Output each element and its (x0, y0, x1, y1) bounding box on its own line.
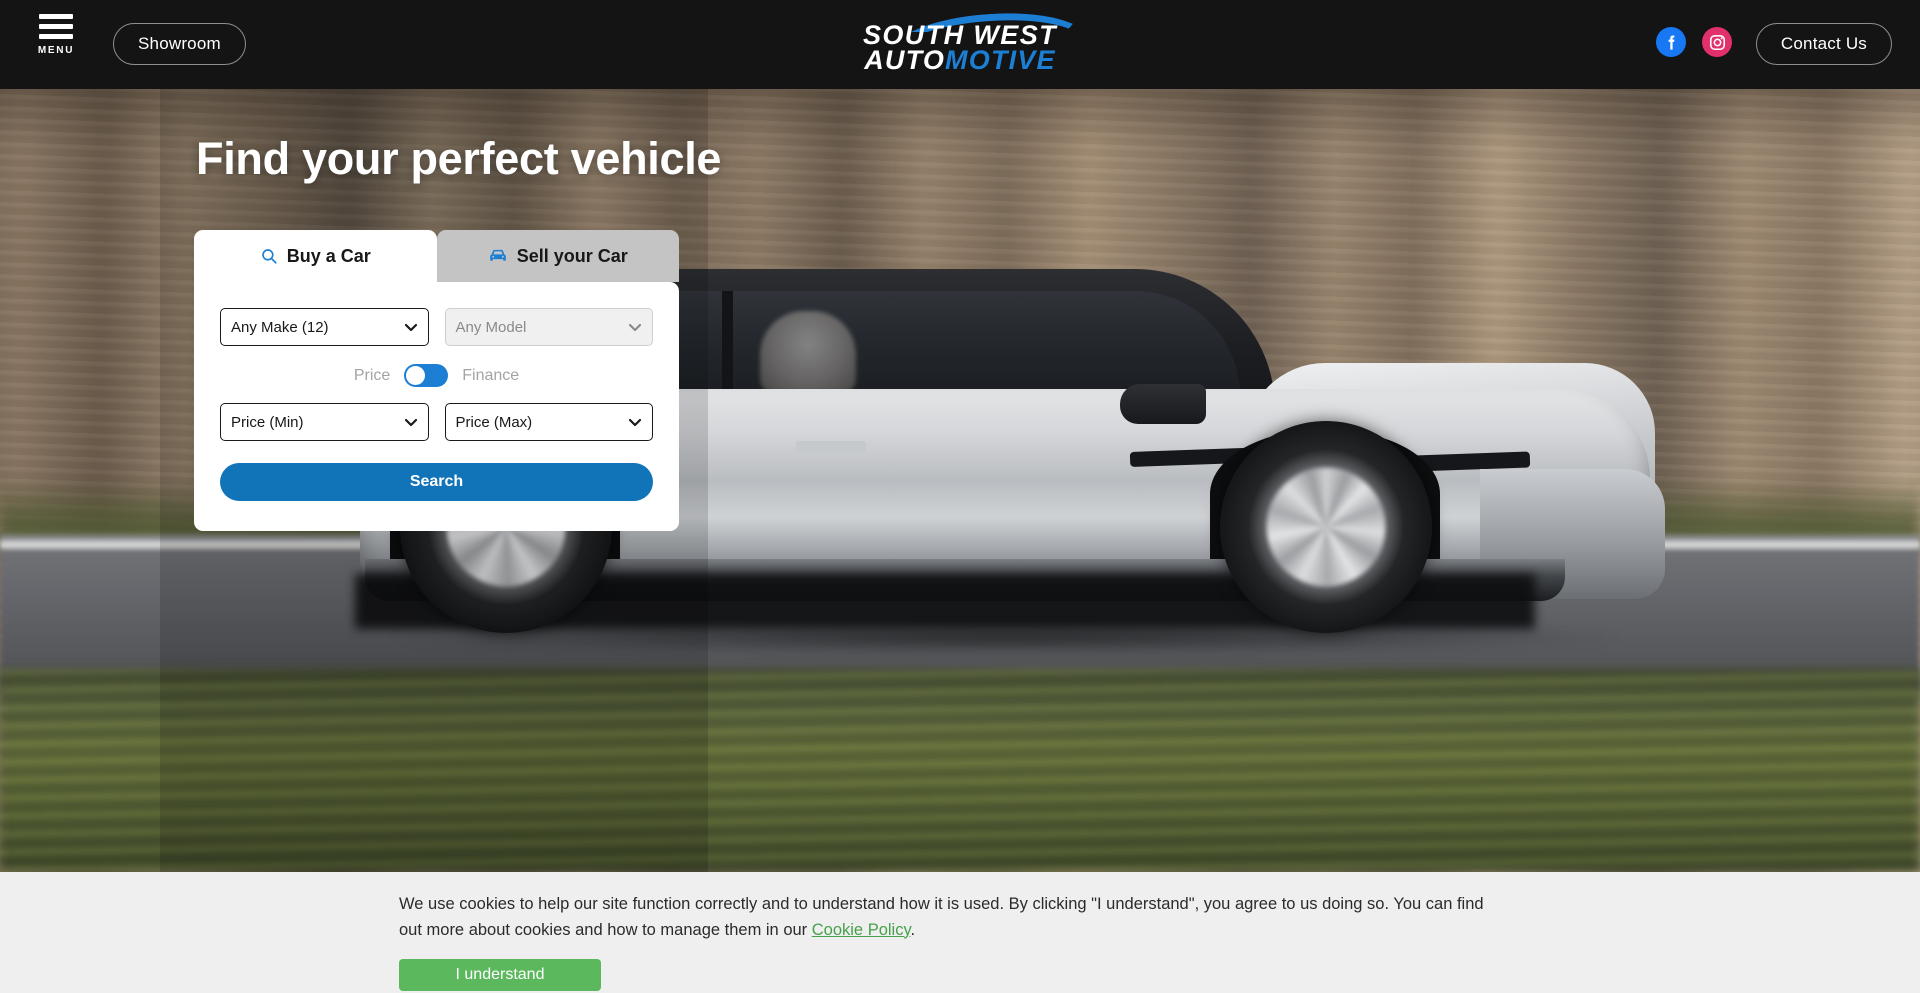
car-wing-mirror (1120, 384, 1206, 424)
search-button[interactable]: Search (220, 463, 653, 501)
instagram-icon[interactable] (1702, 27, 1732, 57)
vehicle-search-card: Buy a Car Sell your Car Any Make (12) An… (194, 230, 679, 531)
car-driver (760, 311, 856, 393)
page-title: Find your perfect vehicle (196, 133, 722, 184)
hero-section: Find your perfect vehicle Buy a Car Sell… (0, 89, 1920, 872)
chevron-down-icon (404, 319, 417, 336)
logo-text-motive: MOTIVE (945, 45, 1056, 75)
price-range-row: Price (Min) Price (Max) (220, 403, 653, 441)
toggle-label-finance: Finance (462, 366, 520, 384)
tab-sell-your-car[interactable]: Sell your Car (436, 230, 679, 282)
hamburger-icon (39, 14, 73, 39)
menu-toggle-button[interactable]: MENU (28, 14, 84, 56)
cookie-banner-text: We use cookies to help our site function… (399, 892, 1509, 943)
price-max-select[interactable]: Price (Max) (444, 403, 653, 441)
cookie-policy-link[interactable]: Cookie Policy (812, 921, 911, 939)
search-form: Any Make (12) Any Model Price Finance Pr… (194, 282, 679, 531)
showroom-button[interactable]: Showroom (113, 23, 246, 65)
toggle-label-price: Price (353, 366, 391, 384)
contact-us-button[interactable]: Contact Us (1755, 23, 1892, 65)
car-door-handle-front (796, 441, 866, 453)
toggle-knob (406, 366, 426, 385)
cookie-text-part1: We use cookies to help our site function… (399, 895, 1484, 939)
tab-buy-a-car-label: Buy a Car (286, 245, 371, 266)
make-select-value: Any Make (12) (231, 318, 329, 336)
car-c-pillar (722, 291, 733, 403)
car-icon (488, 248, 508, 264)
price-finance-toggle[interactable] (404, 364, 449, 387)
site-header: MENU Showroom SOUTH WEST AUTOMOTIVE Cont… (0, 0, 1920, 89)
cookie-consent-banner: We use cookies to help our site function… (0, 872, 1920, 993)
model-select-value: Any Model (455, 318, 527, 336)
tab-buy-a-car[interactable]: Buy a Car (194, 230, 437, 282)
social-links (1656, 27, 1732, 57)
car-front-wheel (1220, 421, 1432, 633)
logo-text-auto: AUTO (864, 45, 946, 75)
price-min-select-value: Price (Min) (231, 413, 304, 431)
chevron-down-icon (628, 414, 642, 431)
site-logo[interactable]: SOUTH WEST AUTOMOTIVE (844, 10, 1076, 74)
price-max-select-value: Price (Max) (455, 413, 533, 431)
cookie-text-part2: . (910, 920, 916, 939)
model-select[interactable]: Any Model (444, 308, 653, 346)
make-model-row: Any Make (12) Any Model (220, 308, 653, 346)
tab-sell-your-car-label: Sell your Car (516, 245, 628, 266)
chevron-down-icon (404, 414, 417, 431)
cookie-banner-content: We use cookies to help our site function… (399, 892, 1529, 992)
facebook-icon[interactable] (1656, 27, 1686, 57)
logo-text-automotive: AUTOMOTIVE (844, 47, 1076, 74)
chevron-down-icon (628, 319, 642, 336)
make-select[interactable]: Any Make (12) (220, 308, 429, 346)
price-min-select[interactable]: Price (Min) (220, 403, 429, 441)
menu-label: MENU (37, 45, 75, 56)
cookie-accept-button[interactable]: I understand (399, 959, 601, 992)
search-icon (260, 247, 278, 265)
search-tabs: Buy a Car Sell your Car (194, 230, 679, 282)
price-finance-toggle-row: Price Finance (220, 364, 653, 387)
